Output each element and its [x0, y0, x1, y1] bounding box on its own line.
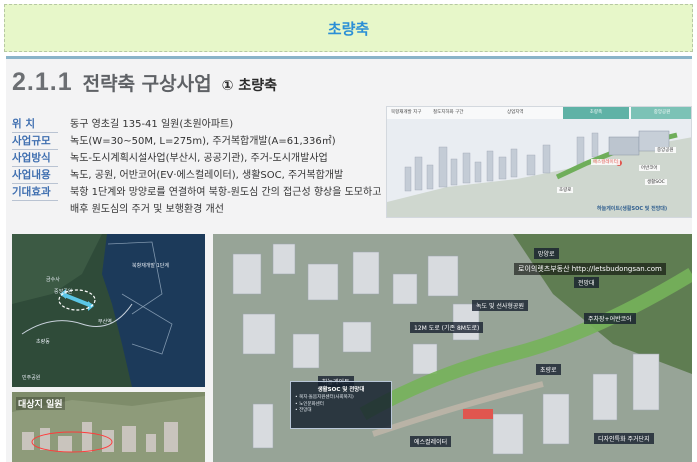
diagram-label: 중앙공원	[655, 147, 676, 153]
section-number: 2.1.1	[12, 68, 73, 96]
info-label-contents: 사업내용	[12, 167, 58, 184]
map-label: 북항재개발 1단계	[132, 263, 169, 269]
rendering-tag: 주차장+어반코어	[584, 313, 636, 324]
top-rule	[6, 56, 692, 59]
map-image	[12, 234, 205, 387]
soc-box-title: 생활SOC 및 전망대	[317, 387, 365, 393]
rendering-tag: 에스컬레이터	[410, 436, 452, 447]
rendering-tag: 디자인특화 주거단지	[594, 433, 654, 444]
site-photo: 대상지 일원	[12, 392, 205, 462]
map-label: 금수사	[46, 277, 60, 283]
info-row: 사업규모 녹도(W=30~50M, L=275m), 주거복합개발(A=61,3…	[12, 133, 381, 150]
info-label-location: 위 치	[12, 116, 58, 133]
section-heading: 2.1.1 전략축 구상사업 ① 초량축	[12, 68, 277, 97]
info-value-effect: 북항 1단계와 망양로를 연결하여 북항-원도심 간의 접근성 향상을 도모하고	[70, 187, 382, 198]
aerial-map: 북항재개발 1단계 중앙공원 부산역 금수사 초량동 민주공원	[12, 234, 205, 387]
diagram-illustration	[387, 119, 691, 217]
info-value-scale: 녹도(W=30~50M, L=275m), 주거복합개발(A=61,336㎡)	[70, 136, 336, 147]
cross-section-diagram: 북항재개발 지구 철도지하화 구간 상업지역 초량축 중앙공원 에스컬레이터 어…	[386, 106, 692, 218]
diagram-label: 어반코어	[639, 165, 660, 171]
diagram-label: 생활SOC	[645, 179, 667, 185]
rendering-tag: 녹도 및 선사형공원	[472, 300, 528, 311]
rendering-tag: 망양로	[534, 248, 559, 259]
site-photo-label: 대상지 일원	[16, 397, 65, 410]
map-label: 부산역	[98, 319, 112, 325]
rendering-tag: 초량로	[536, 364, 561, 375]
info-value-location: 동구 영초길 135-41 일원(초원아파트)	[70, 119, 234, 130]
info-value-method: 녹도-도시계획시설사업(부산시, 공공기관), 주거-도시개발사업	[70, 153, 328, 164]
banner-title: 초량축	[327, 19, 370, 38]
map-label: 중앙공원	[54, 289, 73, 295]
slide-panel: 2.1.1 전략축 구상사업 ① 초량축 위 치 동구 영초길 135-41 일…	[6, 56, 692, 462]
rendering-tag: 12M 도로 (기존 8M도로)	[410, 322, 484, 333]
diagram-caption: 하늘게이트(생활SOC 및 전망대)	[597, 206, 668, 212]
info-label-method: 사업방식	[12, 150, 58, 167]
info-row: 기대효과 북항 1단계와 망양로를 연결하여 북항-원도심 간의 접근성 향상을…	[12, 184, 381, 201]
info-row: 위 치 동구 영초길 135-41 일원(초원아파트)	[12, 116, 381, 133]
project-info-table: 위 치 동구 영초길 135-41 일원(초원아파트) 사업규모 녹도(W=30…	[12, 116, 381, 218]
info-row: 사업내용 녹도, 공원, 어반코어(EV·에스컬레이터), 생활SOC, 주거복…	[12, 167, 381, 184]
section-title: 전략축 구상사업	[82, 73, 212, 95]
diagram-label: 에스컬레이터	[591, 159, 620, 165]
info-value-effect-cont: 배후 원도심의 주거 및 보행환경 개선	[70, 204, 224, 215]
section-subtitle: ① 초량축	[221, 78, 277, 94]
diagram-label: 초량로	[557, 187, 574, 193]
site-rendering: 로이의렛츠부동산 http://letsbudongsan.com 망양로 녹도…	[213, 234, 692, 462]
map-label: 초량동	[36, 339, 50, 345]
info-value-contents: 녹도, 공원, 어반코어(EV·에스컬레이터), 생활SOC, 주거복합개발	[70, 170, 344, 181]
rendering-tag: 전망대	[574, 277, 599, 288]
info-row: 배후 원도심의 주거 및 보행환경 개선	[12, 201, 381, 218]
soc-info-box: 생활SOC 및 전망대 • 복지·돌봄지원센터(사회복지) • 노인문화센터 •…	[290, 381, 392, 429]
info-label-effect: 기대효과	[12, 184, 58, 201]
soc-box-item: • 전망대	[295, 408, 312, 413]
map-label: 민주공원	[22, 375, 41, 381]
info-label-empty	[12, 201, 58, 218]
rendering-watermark: 로이의렛츠부동산 http://letsbudongsan.com	[514, 263, 666, 275]
info-row: 사업방식 녹도-도시계획시설사업(부산시, 공공기관), 주거-도시개발사업	[12, 150, 381, 167]
top-banner: 초량축	[4, 4, 693, 52]
info-label-scale: 사업규모	[12, 133, 58, 150]
